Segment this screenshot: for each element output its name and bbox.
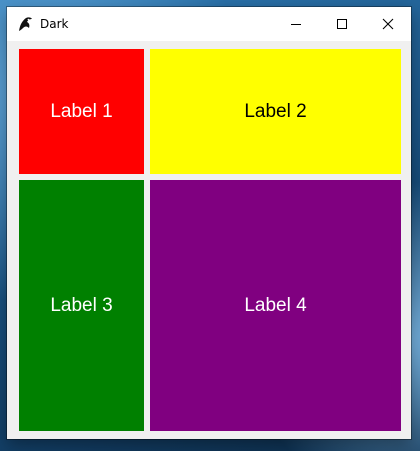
- maximize-button[interactable]: [319, 7, 365, 41]
- label-4-text: Label 4: [244, 294, 307, 316]
- app-window: Dark Label 1 Label 2 Label 3 Label 4: [7, 7, 411, 439]
- minimize-icon: [290, 15, 302, 34]
- title-bar[interactable]: Dark: [7, 7, 411, 41]
- close-button[interactable]: [365, 7, 411, 41]
- label-3-text: Label 3: [50, 294, 113, 316]
- window-title: Dark: [40, 17, 69, 31]
- close-icon: [382, 15, 394, 34]
- minimize-button[interactable]: [273, 7, 319, 41]
- app-logo-icon: [16, 15, 34, 33]
- label-3-panel: Label 3: [19, 180, 144, 431]
- label-1-text: Label 1: [50, 100, 113, 122]
- label-2-panel: Label 2: [150, 49, 401, 174]
- maximize-icon: [336, 15, 348, 34]
- label-4-panel: Label 4: [150, 180, 401, 431]
- label-2-text: Label 2: [244, 100, 307, 122]
- label-1-panel: Label 1: [19, 49, 144, 174]
- client-area: Label 1 Label 2 Label 3 Label 4: [12, 41, 406, 434]
